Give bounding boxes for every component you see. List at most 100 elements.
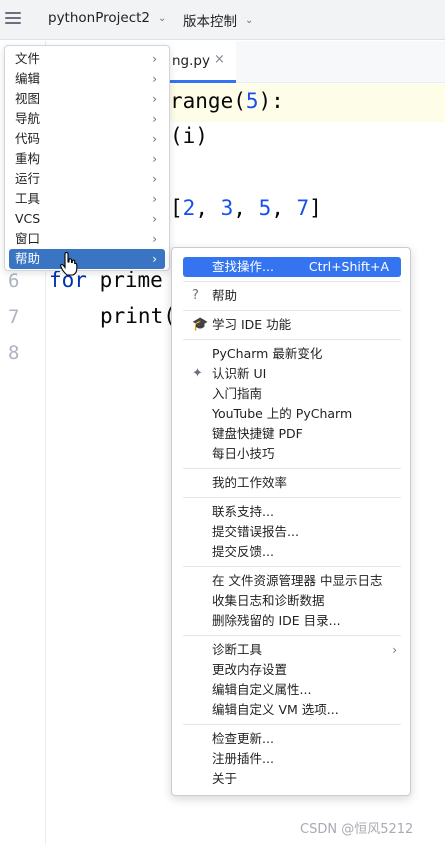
menu-item-label: 编辑自定义属性... (212, 682, 312, 697)
menu-item-view[interactable]: 视图 › (9, 89, 165, 109)
menu-separator (183, 281, 401, 282)
menu-item-whats-new[interactable]: PyCharm 最新变化 (183, 344, 401, 364)
menu-item-label: 帮助 (15, 251, 41, 266)
menu-item-label: 每日小技巧 (212, 446, 275, 461)
menu-item-label: 联系支持... (212, 504, 274, 519)
menu-separator (183, 566, 401, 567)
chevron-down-icon: ⌄ (158, 12, 167, 24)
menu-item-label: 诊断工具 (212, 642, 263, 657)
menu-separator (183, 310, 401, 311)
line-number: 8 (8, 342, 20, 364)
menu-separator (183, 339, 401, 340)
menu-item-label: 更改内存设置 (212, 662, 288, 677)
menu-item-youtube[interactable]: YouTube 上的 PyCharm (183, 404, 401, 424)
chevron-right-icon: › (392, 643, 397, 657)
menu-item-tip-of-day[interactable]: 每日小技巧 (183, 444, 401, 464)
menu-item-label: 运行 (15, 171, 41, 186)
chevron-right-icon: › (152, 72, 157, 86)
menu-item-label: 关于 (212, 771, 238, 786)
code-line-4[interactable]: [2, 3, 5, 7] (170, 196, 322, 220)
menu-item-edit[interactable]: 编辑 › (9, 69, 165, 89)
menu-item-vcs[interactable]: VCS › (9, 209, 165, 229)
menu-item-label: 窗口 (15, 231, 41, 246)
question-mark-icon: ? (192, 288, 199, 303)
project-selector[interactable]: pythonProject2 ⌄ (48, 10, 166, 26)
menu-separator (183, 635, 401, 636)
menu-item-tools[interactable]: 工具 › (9, 189, 165, 209)
menu-item-productivity[interactable]: 我的工作效率 (183, 473, 401, 493)
menu-item-label: 导航 (15, 111, 41, 126)
menu-item-label: 文件 (15, 51, 41, 66)
menu-item-file[interactable]: 文件 › (9, 49, 165, 69)
menu-item-navigate[interactable]: 导航 › (9, 109, 165, 129)
vcs-selector[interactable]: 版本控制 ⌄ (183, 10, 253, 30)
menu-item-label: 入门指南 (212, 386, 263, 401)
menu-item-help[interactable]: ? 帮助 (183, 286, 401, 306)
watermark: CSDN @恒风5212 (300, 822, 414, 837)
menu-item-label: 学习 IDE 功能 (212, 317, 292, 332)
menu-item-delete-leftover[interactable]: 删除残留的 IDE 目录... (183, 611, 401, 631)
menu-item-label: 编辑自定义 VM 选项... (212, 702, 339, 717)
chevron-right-icon: › (152, 112, 157, 126)
menu-item-edit-vm[interactable]: 编辑自定义 VM 选项... (183, 700, 401, 720)
help-submenu: 查找操作... Ctrl+Shift+A ? 帮助 🎓 学习 IDE 功能 PyCha… (171, 247, 411, 796)
vcs-label: 版本控制 (183, 14, 237, 30)
menu-item-label: 键盘快捷键 PDF (212, 426, 303, 441)
menu-item-submit-feedback[interactable]: 提交反馈... (183, 542, 401, 562)
chevron-right-icon: › (152, 192, 157, 206)
menu-separator (183, 468, 401, 469)
line-number: 7 (8, 306, 20, 328)
menu-item-find-action[interactable]: 查找操作... Ctrl+Shift+A (183, 257, 401, 277)
menu-item-help[interactable]: 帮助 › (9, 249, 165, 269)
title-bar: pythonProject2 ⌄ 版本控制 ⌄ (0, 0, 445, 40)
menu-item-new-ui[interactable]: ✦ 认识新 UI (183, 364, 401, 384)
menu-item-check-updates[interactable]: 检查更新... (183, 729, 401, 749)
menu-item-learn-ide[interactable]: 🎓 学习 IDE 功能 (183, 315, 401, 335)
menu-item-collect-logs[interactable]: 收集日志和诊断数据 (183, 591, 401, 611)
menu-item-label: 收集日志和诊断数据 (212, 593, 325, 608)
code-line-7[interactable]: print( (100, 304, 176, 328)
shortcut-label: Ctrl+Shift+A (308, 259, 389, 274)
hand-cursor-icon (60, 252, 78, 276)
chevron-right-icon: › (152, 132, 157, 146)
menu-item-label: 删除残留的 IDE 目录... (212, 613, 341, 628)
chevron-right-icon: › (152, 212, 157, 226)
menu-item-label: 工具 (15, 191, 41, 206)
graduation-cap-icon: 🎓 (192, 317, 209, 332)
menu-item-label: 我的工作效率 (212, 475, 288, 490)
menu-item-diagnostic-tools[interactable]: 诊断工具 › (183, 640, 401, 660)
menu-item-label: YouTube 上的 PyCharm (212, 406, 353, 421)
project-name: pythonProject2 (48, 10, 151, 26)
close-icon[interactable]: × (214, 52, 225, 67)
chevron-right-icon: › (152, 92, 157, 106)
menu-item-register-plugins[interactable]: 注册插件... (183, 749, 401, 769)
menu-item-keymap-pdf[interactable]: 键盘快捷键 PDF (183, 424, 401, 444)
menu-item-label: 认识新 UI (212, 366, 267, 381)
menu-item-change-memory[interactable]: 更改内存设置 (183, 660, 401, 680)
menu-item-show-log[interactable]: 在 文件资源管理器 中显示日志 (183, 571, 401, 591)
menu-item-label: 代码 (15, 131, 41, 146)
menu-item-label: 在 文件资源管理器 中显示日志 (212, 573, 383, 588)
code-line-1[interactable]: range(5): (170, 89, 284, 113)
menu-item-edit-properties[interactable]: 编辑自定义属性... (183, 680, 401, 700)
menu-item-about[interactable]: 关于 (183, 769, 401, 789)
chevron-right-icon: › (152, 172, 157, 186)
menu-item-getting-started[interactable]: 入门指南 (183, 384, 401, 404)
menu-separator (183, 724, 401, 725)
menu-item-label: 视图 (15, 91, 41, 106)
menu-item-label: 提交错误报告... (212, 524, 299, 539)
chevron-right-icon: › (152, 152, 157, 166)
menu-item-label: VCS (15, 211, 41, 226)
menu-item-window[interactable]: 窗口 › (9, 229, 165, 249)
menu-item-run[interactable]: 运行 › (9, 169, 165, 189)
menu-item-label: 提交反馈... (212, 544, 274, 559)
menu-item-contact-support[interactable]: 联系支持... (183, 502, 401, 522)
main-menu-icon[interactable] (5, 12, 21, 26)
menu-item-submit-bug[interactable]: 提交错误报告... (183, 522, 401, 542)
menu-item-refactor[interactable]: 重构 › (9, 149, 165, 169)
menu-item-label: 注册插件... (212, 751, 274, 766)
menu-item-label: 重构 (15, 151, 41, 166)
menu-item-code[interactable]: 代码 › (9, 129, 165, 149)
line-number: 6 (8, 270, 20, 292)
code-line-2[interactable]: (i) (170, 124, 208, 148)
